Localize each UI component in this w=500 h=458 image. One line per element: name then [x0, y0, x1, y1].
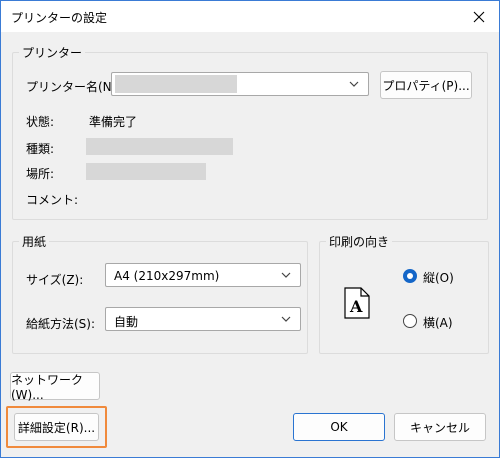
paper-size-value: A4 (210x297mm) [114, 269, 220, 283]
ok-button[interactable]: OK [293, 413, 385, 441]
portrait-document-icon: A [344, 287, 370, 319]
source-label: 給紙方法(S): [26, 317, 96, 331]
status-label: 状態: [26, 115, 55, 129]
landscape-label[interactable]: 横(A) [423, 314, 453, 331]
paper-source-value: 自動 [114, 315, 139, 329]
close-button[interactable] [467, 6, 491, 28]
window-title: プリンターの設定 [11, 11, 108, 25]
paper-group: 用紙 [12, 233, 308, 354]
title-bar: プリンターの設定 [1, 1, 499, 32]
orientation-group-label: 印刷の向き [326, 233, 393, 250]
landscape-radio[interactable] [403, 314, 417, 328]
type-value-redacted [86, 138, 233, 155]
properties-button[interactable]: プロパティ(P)... [380, 71, 472, 99]
paper-source-select[interactable]: 自動 [105, 307, 301, 331]
portrait-radio[interactable] [403, 269, 417, 283]
size-label: サイズ(Z): [26, 273, 84, 287]
chevron-down-icon [281, 316, 291, 322]
paper-size-select[interactable]: A4 (210x297mm) [105, 263, 301, 287]
printer-name-label: プリンター名(N): [26, 80, 121, 94]
portrait-label[interactable]: 縦(O) [423, 269, 454, 286]
location-value-redacted [86, 163, 206, 180]
close-icon [473, 11, 485, 23]
comment-label: コメント: [26, 193, 79, 207]
document-letter: A [349, 297, 363, 316]
cancel-button[interactable]: キャンセル [394, 413, 486, 441]
printer-name-redacted [115, 75, 237, 93]
printer-name-select[interactable] [111, 72, 369, 96]
location-label: 場所: [26, 167, 55, 181]
advanced-settings-button[interactable]: 詳細設定(R)... [14, 413, 99, 441]
status-value: 準備完了 [89, 115, 138, 129]
chevron-down-icon [349, 81, 359, 87]
printer-settings-dialog: プリンターの設定 プリンター プリンター名(N): プロパティ(P)... 状態… [0, 0, 500, 458]
network-button[interactable]: ネットワーク(W)... [10, 372, 100, 402]
chevron-down-icon [281, 272, 291, 278]
paper-group-label: 用紙 [19, 233, 50, 250]
printer-group-label: プリンター [19, 44, 86, 61]
type-label: 種類: [26, 142, 55, 156]
